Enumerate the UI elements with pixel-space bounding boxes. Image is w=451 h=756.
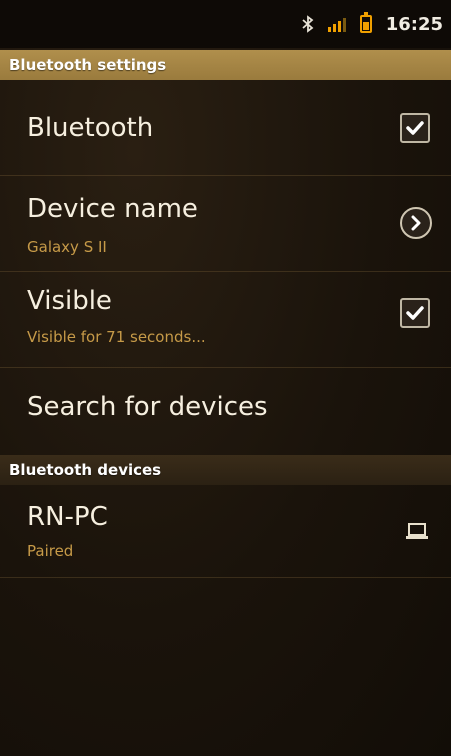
row-subtitle: Galaxy S II [27, 238, 107, 256]
row-title: Visible [27, 286, 112, 316]
clock: 16:25 [385, 13, 443, 35]
status-bar: 16:25 [0, 0, 451, 48]
visible-checkbox[interactable] [400, 298, 430, 328]
section-header-bluetooth-devices: Bluetooth devices [0, 455, 451, 485]
chevron-right-icon[interactable] [400, 207, 432, 239]
visible-row[interactable]: Visible Visible for 71 seconds... [0, 272, 451, 368]
bluetooth-checkbox[interactable] [400, 113, 430, 143]
search-for-devices-row[interactable]: Search for devices [0, 368, 451, 454]
row-subtitle: Visible for 71 seconds... [27, 328, 206, 346]
device-name-row[interactable]: Device name Galaxy S II [0, 176, 451, 272]
bluetooth-icon [302, 15, 314, 33]
row-title: RN-PC [27, 502, 108, 532]
search-for-devices-label: Search for devices [27, 392, 268, 422]
screen: 16:25 Bluetooth settings Bluetooth Devic… [0, 0, 451, 756]
row-subtitle: Paired [27, 542, 74, 560]
check-icon [406, 306, 424, 320]
device-row-rn-pc[interactable]: RN-PC Paired [0, 486, 451, 578]
row-title: Bluetooth [27, 113, 154, 143]
row-title: Device name [27, 194, 198, 224]
bluetooth-toggle-row[interactable]: Bluetooth [0, 82, 451, 176]
laptop-icon [405, 522, 429, 544]
battery-icon [359, 12, 372, 33]
check-icon [406, 121, 424, 135]
section-header-bluetooth-settings: Bluetooth settings [0, 50, 451, 80]
signal-icon [327, 16, 346, 32]
